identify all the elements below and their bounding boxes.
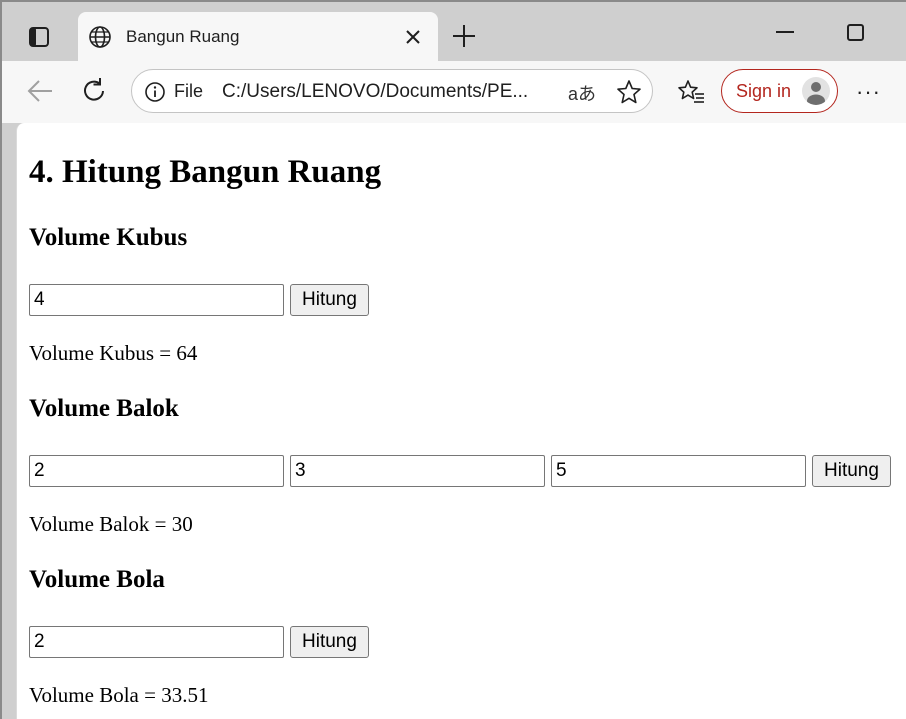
favorite-star-icon[interactable] bbox=[616, 79, 642, 105]
close-tab-icon[interactable] bbox=[404, 28, 422, 46]
tab-title: Bangun Ruang bbox=[126, 27, 240, 46]
bola-result: Volume Bola = 33.51 bbox=[29, 683, 209, 707]
active-tab[interactable]: Bangun Ruang bbox=[78, 12, 438, 63]
sign-in-label: Sign in bbox=[736, 81, 792, 101]
kubus-result: Volume Kubus = 64 bbox=[29, 341, 198, 365]
info-icon[interactable] bbox=[144, 81, 166, 103]
address-url[interactable]: C:/Users/LENOVO/Documents/PE... bbox=[222, 81, 528, 103]
page-heading: 4. Hitung Bangun Ruang bbox=[29, 154, 382, 190]
globe-icon bbox=[89, 26, 111, 48]
balok-width-input[interactable] bbox=[290, 455, 545, 487]
favorites-icon[interactable] bbox=[677, 79, 705, 105]
tab-actions-icon bbox=[29, 27, 49, 47]
back-arrow-icon[interactable] bbox=[26, 78, 54, 104]
kubus-title: Volume Kubus bbox=[29, 224, 188, 251]
kubus-hitung-button[interactable]: Hitung bbox=[290, 284, 369, 316]
profile-avatar-icon bbox=[802, 77, 830, 105]
balok-length-input[interactable] bbox=[29, 455, 284, 487]
bola-radius-input[interactable] bbox=[29, 626, 284, 658]
bola-hitung-button[interactable]: Hitung bbox=[290, 626, 369, 658]
maximize-icon[interactable] bbox=[847, 24, 864, 41]
read-aloud-icon[interactable]: aあ bbox=[568, 80, 596, 106]
address-bar[interactable]: File C:/Users/LENOVO/Documents/PE... aあ bbox=[131, 69, 653, 113]
more-options-icon[interactable]: ··· bbox=[856, 79, 881, 105]
tab-actions-button[interactable] bbox=[21, 22, 57, 52]
balok-result: Volume Balok = 30 bbox=[29, 512, 193, 536]
address-scheme-label: File bbox=[174, 81, 204, 101]
kubus-side-input[interactable] bbox=[29, 284, 284, 316]
minimize-icon[interactable] bbox=[776, 31, 794, 33]
tab-strip: Bangun Ruang bbox=[2, 2, 906, 63]
balok-title: Volume Balok bbox=[29, 395, 179, 422]
page-content: 4. Hitung Bangun Ruang Volume Kubus Hitu… bbox=[16, 123, 906, 719]
balok-hitung-button[interactable]: Hitung bbox=[812, 455, 891, 487]
sign-in-button[interactable]: Sign in bbox=[721, 69, 838, 113]
reload-icon[interactable] bbox=[80, 77, 108, 105]
bola-title: Volume Bola bbox=[29, 566, 165, 593]
browser-toolbar: File C:/Users/LENOVO/Documents/PE... aあ … bbox=[2, 61, 906, 123]
new-tab-icon[interactable] bbox=[450, 22, 478, 50]
balok-height-input[interactable] bbox=[551, 455, 806, 487]
